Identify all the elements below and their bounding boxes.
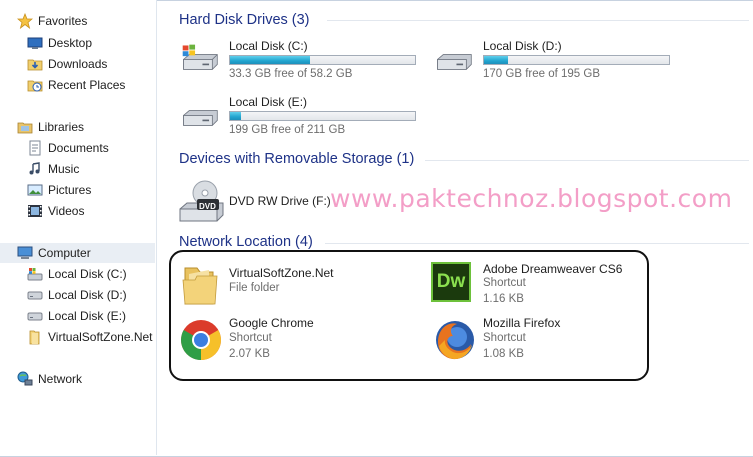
navigation-pane[interactable]: Favorites Desktop Downloads Recent Place… xyxy=(0,0,157,455)
drive-usage-fill xyxy=(230,112,242,120)
pictures-icon xyxy=(27,182,43,198)
group-title: Hard Disk Drives (3) xyxy=(179,12,310,28)
desktop-icon xyxy=(27,35,43,51)
drive-free-space: 170 GB free of 195 GB xyxy=(483,68,600,80)
drive-usage-bar xyxy=(483,55,670,65)
nav-item-videos[interactable]: Videos xyxy=(27,201,84,221)
nav-item-label: Desktop xyxy=(48,36,93,50)
drive-name: Local Disk (E:) xyxy=(229,95,308,109)
group-header-removable-storage[interactable]: Devices with Removable Storage (1) xyxy=(179,149,414,169)
drive-item-c[interactable]: Local Disk (C:) 33.3 GB free of 58.2 GB xyxy=(177,37,427,87)
recent-places-icon xyxy=(27,77,43,93)
nav-item-label: Local Disk (C:) xyxy=(48,267,127,281)
drive-usage-fill xyxy=(230,56,310,64)
nav-favorites[interactable]: Favorites xyxy=(16,11,88,31)
nav-item-label: VirtualSoftZone.Net xyxy=(48,330,153,344)
drive-icon xyxy=(183,110,218,126)
group-header-network-location[interactable]: Network Location (4) xyxy=(179,232,313,252)
group-title: Network Location (4) xyxy=(179,234,313,250)
downloads-icon xyxy=(27,56,43,72)
nav-network[interactable]: Network xyxy=(17,369,82,389)
nav-item-label: Local Disk (D:) xyxy=(48,288,127,302)
drive-icon xyxy=(27,287,43,303)
nav-item-local-disk-e[interactable]: Local Disk (E:) xyxy=(27,306,126,326)
libraries-icon xyxy=(17,119,33,135)
drive-name: Local Disk (D:) xyxy=(483,39,562,53)
nav-computer[interactable]: Computer xyxy=(0,243,155,263)
nav-item-label: Local Disk (E:) xyxy=(48,309,127,323)
group-divider xyxy=(425,160,749,161)
group-title: Devices with Removable Storage (1) xyxy=(179,151,415,167)
nav-item-downloads[interactable]: Downloads xyxy=(27,54,107,74)
nav-item-label: Documents xyxy=(48,141,109,155)
drive-name: Local Disk (C:) xyxy=(229,39,308,53)
group-header-hard-disk-drives[interactable]: Hard Disk Drives (3) xyxy=(179,10,310,30)
watermark-text: www.paktechnoz.blogspot.com xyxy=(330,184,733,213)
nav-favorites-label: Favorites xyxy=(38,14,88,28)
drive-item-e[interactable]: Local Disk (E:) 199 GB free of 211 GB xyxy=(177,93,427,143)
nav-item-desktop[interactable]: Desktop xyxy=(27,33,92,53)
nav-item-virtualsoftzone[interactable]: VirtualSoftZone.Net xyxy=(27,327,153,347)
nav-item-local-disk-c[interactable]: Local Disk (C:) xyxy=(27,264,127,284)
nav-item-music[interactable]: Music xyxy=(27,159,79,179)
drive-free-space: 33.3 GB free of 58.2 GB xyxy=(229,68,353,80)
drive-icon xyxy=(437,54,472,70)
drive-name: DVD RW Drive (F:) xyxy=(229,194,331,208)
nav-item-label: Videos xyxy=(48,204,85,218)
drive-usage-bar xyxy=(229,111,416,121)
group-divider xyxy=(325,243,749,244)
highlight-box xyxy=(169,250,649,381)
dvd-icon-label: DVD xyxy=(199,202,216,211)
drive-usage-bar xyxy=(229,55,416,65)
computer-icon xyxy=(17,245,33,261)
nav-libraries[interactable]: Libraries xyxy=(17,117,84,137)
drive-icon xyxy=(27,308,43,324)
nav-item-label: Recent Places xyxy=(48,78,126,92)
group-divider xyxy=(327,20,749,21)
videos-icon xyxy=(27,203,43,219)
star-icon xyxy=(16,12,34,30)
nav-item-label: Music xyxy=(48,162,80,176)
content-pane[interactable]: Hard Disk Drives (3) Local Disk (C:) 33.… xyxy=(157,0,753,455)
documents-icon xyxy=(27,140,43,156)
nav-libraries-label: Libraries xyxy=(38,120,85,134)
nav-item-documents[interactable]: Documents xyxy=(27,138,109,158)
music-icon xyxy=(27,161,43,177)
dvd-drive-icon xyxy=(179,180,224,222)
nav-item-label: Downloads xyxy=(48,57,108,71)
nav-item-local-disk-d[interactable]: Local Disk (D:) xyxy=(27,285,127,305)
system-drive-icon xyxy=(27,266,43,282)
drive-free-space: 199 GB free of 211 GB xyxy=(229,124,346,136)
network-icon xyxy=(17,371,33,387)
nav-network-label: Network xyxy=(38,372,83,386)
folder-icon xyxy=(27,329,43,345)
drive-item-d[interactable]: Local Disk (D:) 170 GB free of 195 GB xyxy=(431,37,691,87)
nav-item-label: Pictures xyxy=(48,183,92,197)
nav-item-recent-places[interactable]: Recent Places xyxy=(27,75,125,95)
drive-usage-fill xyxy=(484,56,509,64)
nav-item-pictures[interactable]: Pictures xyxy=(27,180,91,200)
nav-computer-label: Computer xyxy=(38,246,91,260)
system-drive-icon xyxy=(182,44,218,70)
